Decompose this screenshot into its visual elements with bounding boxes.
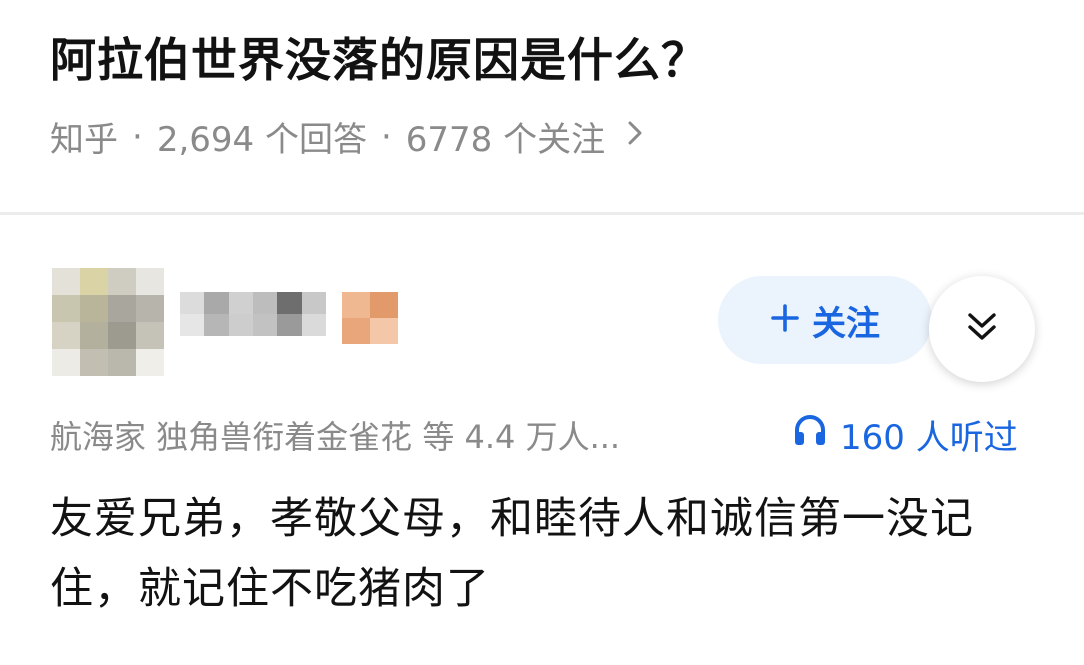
chevron-right-icon[interactable] [627,119,643,154]
listened-label: 160 人听过 [840,418,1018,458]
author-name[interactable] [180,292,326,336]
double-chevron-down-icon [964,309,1000,349]
meta-separator: · [380,116,392,157]
avatar[interactable] [52,268,164,376]
author-badge [342,292,398,344]
answer-count: 2,694 个回答 [156,120,367,160]
upvoters-summary[interactable]: 航海家 独角兽衔着金雀花 等 4.4 万人... [50,412,740,458]
meta-separator: · [132,116,143,157]
plus-icon [770,300,800,340]
source-label: 知乎 [50,120,118,160]
answer-page: 阿拉伯世界没落的原因是什么？ 知乎 · 2,694 个回答 · 6778 个关注 [0,0,1084,665]
question-meta[interactable]: 知乎 · 2,694 个回答 · 6778 个关注 [50,112,643,161]
listened-count[interactable]: 160 人听过 [792,410,1018,459]
headphones-icon [792,413,840,456]
follow-button[interactable]: 关注 [718,276,932,364]
question-title[interactable]: 阿拉伯世界没落的原因是什么？ [50,24,708,90]
follow-label: 关注 [812,303,880,344]
follower-count: 6778 个关注 [405,120,606,160]
expand-button[interactable] [929,276,1035,382]
section-divider [0,212,1084,215]
answer-content[interactable]: 友爱兄弟，孝敬父母，和睦待人和诚信第一没记住，就记住不吃猪肉了 [50,484,1040,624]
